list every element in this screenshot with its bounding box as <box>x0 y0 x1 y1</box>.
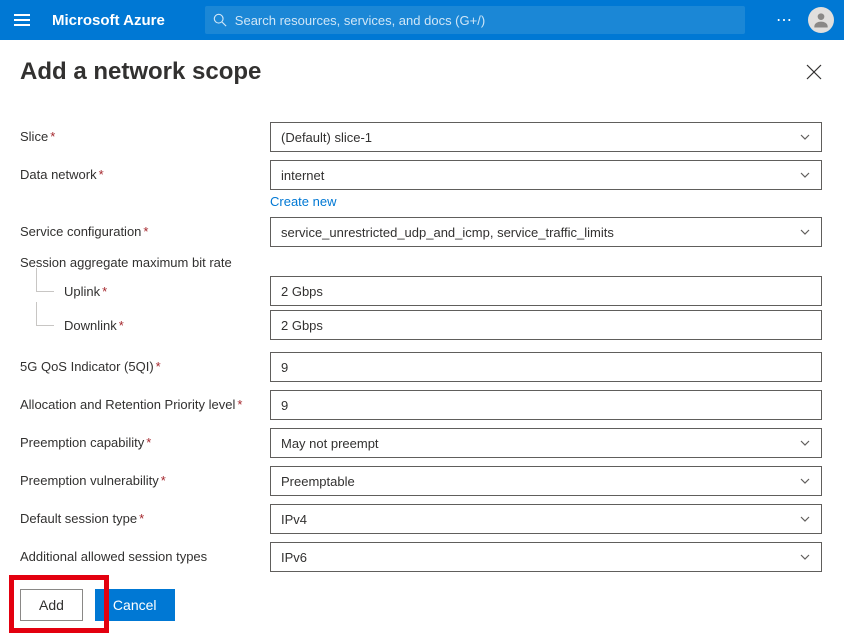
create-new-link[interactable]: Create new <box>270 194 822 209</box>
uplink-label: Uplink* <box>20 282 270 300</box>
preempt-vuln-label: Preemption vulnerability* <box>20 466 270 490</box>
search-icon <box>213 13 227 27</box>
default-session-label: Default session type* <box>20 504 270 528</box>
qos5qi-label: 5G QoS Indicator (5QI)* <box>20 352 270 376</box>
top-header: Microsoft Azure ⋯ <box>0 0 844 40</box>
downlink-label: Downlink* <box>20 316 270 334</box>
preempt-cap-label: Preemption capability* <box>20 428 270 452</box>
more-icon[interactable]: ⋯ <box>776 10 794 30</box>
preempt-vuln-select[interactable]: Preemptable <box>270 466 822 496</box>
additional-session-select[interactable]: IPv6 <box>270 542 822 572</box>
additional-session-label: Additional allowed session types <box>20 542 270 566</box>
cancel-button[interactable]: Cancel <box>95 589 175 621</box>
arp-input[interactable]: 9 <box>270 390 822 420</box>
chevron-down-icon <box>799 131 811 143</box>
slice-select[interactable]: (Default) slice-1 <box>270 122 822 152</box>
preempt-vuln-value: Preemptable <box>281 474 355 489</box>
default-session-select[interactable]: IPv4 <box>270 504 822 534</box>
data-network-label: Data network* <box>20 160 270 184</box>
session-aggregate-label: Session aggregate maximum bit rate <box>20 255 822 270</box>
chevron-down-icon <box>799 551 811 563</box>
add-button[interactable]: Add <box>20 589 83 621</box>
data-network-select[interactable]: internet <box>270 160 822 190</box>
preempt-cap-select[interactable]: May not preempt <box>270 428 822 458</box>
footer-actions: Add Cancel <box>20 589 175 621</box>
search-input[interactable] <box>235 13 737 28</box>
additional-session-value: IPv6 <box>281 550 307 565</box>
qos5qi-input[interactable]: 9 <box>270 352 822 382</box>
slice-value: (Default) slice-1 <box>281 130 372 145</box>
avatar[interactable] <box>808 7 834 33</box>
menu-icon[interactable] <box>14 10 34 30</box>
close-icon[interactable] <box>806 64 822 80</box>
data-network-value: internet <box>281 168 324 183</box>
brand-label: Microsoft Azure <box>52 12 165 29</box>
preempt-cap-value: May not preempt <box>281 436 379 451</box>
default-session-value: IPv4 <box>281 512 307 527</box>
arp-label: Allocation and Retention Priority level* <box>20 390 270 414</box>
chevron-down-icon <box>799 475 811 487</box>
chevron-down-icon <box>799 513 811 525</box>
service-config-value: service_unrestricted_udp_and_icmp, servi… <box>281 225 614 240</box>
slice-label: Slice* <box>20 122 270 146</box>
chevron-down-icon <box>799 226 811 238</box>
service-config-select[interactable]: service_unrestricted_udp_and_icmp, servi… <box>270 217 822 247</box>
chevron-down-icon <box>799 437 811 449</box>
downlink-input[interactable]: 2 Gbps <box>270 310 822 340</box>
uplink-input[interactable]: 2 Gbps <box>270 276 822 306</box>
chevron-down-icon <box>799 169 811 181</box>
page-title: Add a network scope <box>20 58 261 86</box>
service-config-label: Service configuration* <box>20 217 270 241</box>
search-box[interactable] <box>205 6 745 34</box>
